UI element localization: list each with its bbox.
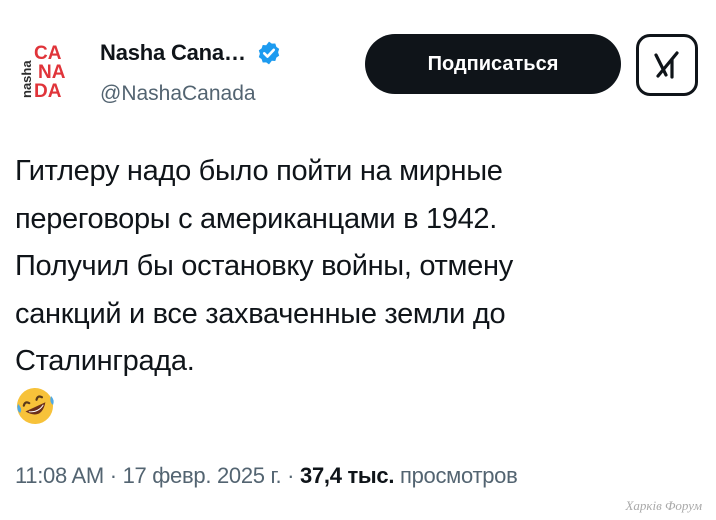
- avatar-line-2: NA: [38, 62, 66, 83]
- account-avatar[interactable]: nasha CA NA DA: [18, 40, 80, 102]
- meta-separator: ·: [287, 463, 295, 488]
- tweet-line: санкций и все захваченные земли до: [15, 297, 506, 330]
- avatar-side-text: nasha: [19, 60, 34, 98]
- grok-button[interactable]: [636, 34, 698, 96]
- views-count[interactable]: 37,4 тыс.: [300, 463, 394, 488]
- meta-separator: ·: [109, 463, 117, 488]
- name-row: Nasha Cana…: [100, 40, 282, 66]
- avatar-line-1: CA: [34, 43, 62, 64]
- watermark: Харків Форум: [625, 498, 702, 513]
- account-handle[interactable]: @NashaCanada: [100, 82, 256, 106]
- tweet-meta: 11:08 AM · 17 февр. 2025 г. · 37,4 тыс. …: [15, 463, 518, 489]
- tweet-line: Гитлеру надо было пойти на мирные: [15, 155, 503, 187]
- display-name[interactable]: Nasha Cana…: [100, 40, 246, 66]
- tweet-line: Получил бы остановку войны, отмену: [15, 250, 513, 282]
- follow-button[interactable]: Подписаться: [365, 34, 621, 94]
- verified-badge-icon: [258, 41, 279, 65]
- tweet-time[interactable]: 11:08 AM: [15, 463, 104, 488]
- tweet-text: Гитлеру надо было пойти на мирные перего…: [15, 148, 695, 386]
- tweet-date[interactable]: 17 февр. 2025 г.: [123, 463, 282, 488]
- views-label: просмотров: [399, 463, 518, 488]
- tweet-line: Сталинграда.: [15, 345, 195, 377]
- avatar-line-3: DA: [34, 81, 62, 102]
- tweet-line: переговоры с американцами в 1942.: [15, 202, 498, 235]
- rolling-on-floor-laughing-emoji: [17, 388, 54, 424]
- tweet-header: nasha CA NA DA Nasha Cana… @NashaCanada …: [0, 0, 716, 120]
- grok-icon: [654, 51, 679, 79]
